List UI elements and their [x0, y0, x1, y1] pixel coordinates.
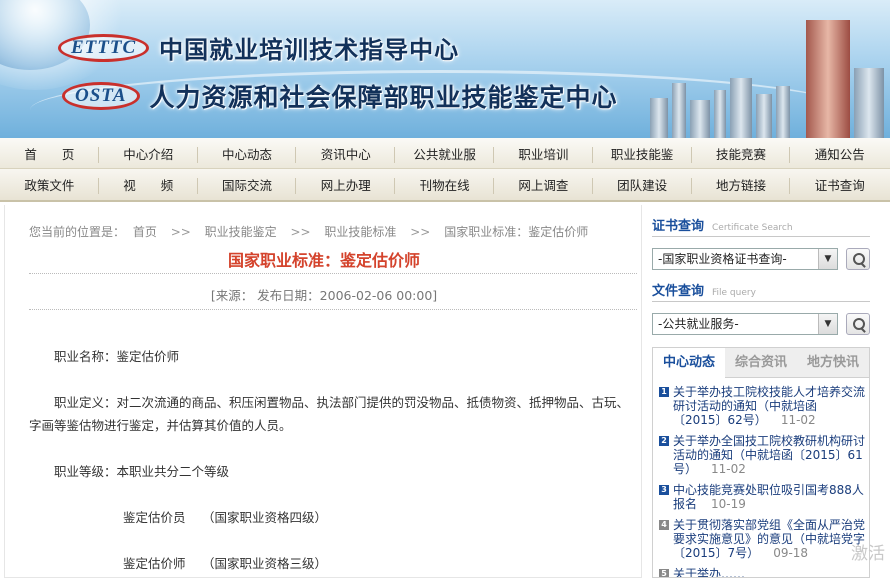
nav-row-2: 政策文件 视 频 国际交流 网上办理 刊物在线 网上调查 团队建设 地方链接 证…	[0, 169, 890, 200]
article-meta: [来源： 发布日期：2006-02-06 00:00]	[210, 288, 438, 303]
cert-query-select-value: -国家职业资格证书查询-	[658, 252, 787, 266]
cert-query-select[interactable]: -国家职业资格证书查询- ▼	[652, 248, 838, 270]
list-item[interactable]: 4 关于贯彻落实部党组《全面从严治党要求实施意见》的意见（中就培党字〔2015〕…	[659, 518, 865, 560]
article-paragraph: 职业定义：对二次流通的商品、积压闲置物品、执法部门提供的罚没物品、抵债物资、抵押…	[29, 395, 630, 433]
nav-team-building[interactable]: 团队建设	[593, 175, 692, 194]
nav-publications[interactable]: 刊物在线	[395, 175, 494, 194]
cert-query-subtitle: Certificate Search	[712, 223, 793, 233]
number-badge-icon: 4	[659, 520, 669, 530]
nav-notices[interactable]: 通知公告	[790, 144, 889, 163]
breadcrumb-separator: >>	[170, 225, 191, 239]
nav-center-news[interactable]: 中心动态	[198, 144, 297, 163]
list-item[interactable]: 5 关于举办……	[659, 567, 865, 577]
nav-local-links[interactable]: 地方链接	[692, 175, 791, 194]
tab-general-info[interactable]: 综合资讯	[725, 348, 797, 377]
nav-info-center[interactable]: 资讯中心	[296, 144, 395, 163]
file-query-header: 文件查询 File query	[652, 280, 870, 302]
chevron-down-icon[interactable]: ▼	[818, 249, 837, 269]
news-link[interactable]: 关于举办全国技工院校教研机构研讨活动的通知（中就培函〔2015〕61号）	[673, 434, 865, 476]
nav-public-employment[interactable]: 公共就业服	[395, 144, 494, 163]
file-query-select[interactable]: -公共就业服务- ▼	[652, 313, 838, 335]
article-level: 鉴定估价师 （国家职业资格三级）	[123, 556, 327, 571]
nav-video[interactable]: 视 频	[99, 175, 198, 194]
news-link[interactable]: 关于贯彻落实部党组《全面从严治党要求实施意见》的意见（中就培党字〔2015〕7号…	[673, 518, 865, 560]
tab-center-news[interactable]: 中心动态	[653, 348, 725, 378]
breadcrumb-separator: >>	[410, 225, 431, 239]
nav-skill-competition[interactable]: 技能竞赛	[692, 144, 791, 163]
article-level: 鉴定估价员 （国家职业资格四级）	[123, 510, 327, 525]
breadcrumb-skill-standard[interactable]: 职业技能标准	[324, 225, 396, 239]
ettc-logo-icon: ETTTC	[58, 33, 150, 62]
list-item[interactable]: 1 关于举办技工院校技能人才培养交流研讨活动的通知（中就培函〔2015〕62号）…	[659, 385, 865, 427]
nav-home[interactable]: 首 页	[0, 144, 99, 163]
breadcrumb-prefix: 您当前的位置是：	[29, 225, 126, 239]
file-query-title: 文件查询	[652, 284, 705, 299]
number-badge-icon: 3	[659, 485, 669, 495]
article-paragraph: 职业名称：鉴定估价师	[54, 349, 180, 364]
nav-international[interactable]: 国际交流	[198, 175, 297, 194]
cert-query-header: 证书查询 Certificate Search	[652, 215, 870, 237]
number-badge-icon: 5	[659, 569, 669, 577]
osta-title: 人力资源和社会保障部职业技能鉴定中心	[149, 83, 618, 112]
file-search-button[interactable]	[846, 313, 870, 335]
article-paragraph: 职业等级：本职业共分二个等级	[54, 464, 230, 479]
nav-cert-query[interactable]: 证书查询	[790, 175, 889, 194]
ettc-title: 中国就业培训技术指导中心	[159, 35, 460, 64]
chevron-down-icon[interactable]: ▼	[818, 314, 837, 334]
meta-divider	[29, 309, 637, 310]
osta-logo-icon: OSTA	[62, 82, 140, 110]
news-link[interactable]: 关于举办……	[673, 567, 745, 577]
file-query-subtitle: File query	[712, 288, 756, 298]
nav-online-service[interactable]: 网上办理	[296, 175, 395, 194]
news-date: 10-19	[711, 497, 746, 511]
article-panel: 您当前的位置是： 首页 >> 职业技能鉴定 >> 职业技能标准 >> 国家职业标…	[4, 205, 642, 578]
nav-vocational-training[interactable]: 职业培训	[494, 144, 593, 163]
news-link[interactable]: 关于举办技工院校技能人才培养交流研讨活动的通知（中就培函〔2015〕62号）	[673, 385, 865, 427]
number-badge-icon: 2	[659, 436, 669, 446]
site-banner: ETTTC 中国就业培训技术指导中心 OSTA 人力资源和社会保障部职业技能鉴定…	[0, 0, 890, 138]
article-title: 国家职业标准：鉴定估价师	[227, 251, 420, 270]
sidebar: 证书查询 Certificate Search -国家职业资格证书查询- ▼ 文…	[652, 205, 870, 578]
tab-local-news[interactable]: 地方快讯	[797, 348, 869, 377]
nav-about[interactable]: 中心介绍	[99, 144, 198, 163]
nav-row-1: 首 页 中心介绍 中心动态 资讯中心 公共就业服 职业培训 职业技能鉴 技能竞赛…	[0, 138, 890, 169]
article-body: 职业名称：鉴定估价师 职业定义：对二次流通的商品、积压闲置物品、执法部门提供的罚…	[29, 345, 637, 577]
activation-watermark: 激活	[851, 544, 885, 564]
list-item[interactable]: 3 中心技能竞赛处职位吸引国考888人报名 10-19	[659, 483, 865, 511]
ettc-logo-row[interactable]: ETTTC 中国就业培训技术指导中心	[58, 30, 459, 65]
news-list: 1 关于举办技工院校技能人才培养交流研讨活动的通知（中就培函〔2015〕62号）…	[653, 378, 869, 577]
news-tabs-panel: 中心动态 综合资讯 地方快讯 1 关于举办技工院校技能人才培养交流研讨活动的通知…	[652, 347, 870, 578]
nav-policy-docs[interactable]: 政策文件	[0, 175, 99, 194]
main-area: 您当前的位置是： 首页 >> 职业技能鉴定 >> 职业技能标准 >> 国家职业标…	[0, 205, 890, 578]
file-query-select-value: -公共就业服务-	[658, 317, 739, 331]
city-skyline-graphic	[630, 0, 890, 138]
news-date: 11-02	[711, 462, 746, 476]
breadcrumb-home[interactable]: 首页	[133, 225, 157, 239]
number-badge-icon: 1	[659, 387, 669, 397]
nav-online-survey[interactable]: 网上调查	[494, 175, 593, 194]
nav-skill-appraisal[interactable]: 职业技能鉴	[593, 144, 692, 163]
breadcrumb-skill-appraisal[interactable]: 职业技能鉴定	[205, 225, 277, 239]
cert-query-title: 证书查询	[652, 219, 705, 234]
news-link[interactable]: 中心技能竞赛处职位吸引国考888人报名	[673, 483, 864, 511]
list-item[interactable]: 2 关于举办全国技工院校教研机构研讨活动的通知（中就培函〔2015〕61号） 11…	[659, 434, 865, 476]
cert-search-button[interactable]	[846, 248, 870, 270]
breadcrumb: 您当前的位置是： 首页 >> 职业技能鉴定 >> 职业技能标准 >> 国家职业标…	[29, 223, 598, 240]
news-date: 11-02	[780, 413, 816, 427]
osta-logo-row[interactable]: OSTA 人力资源和社会保障部职业技能鉴定中心	[62, 78, 618, 114]
title-divider	[29, 273, 637, 274]
news-date: 09-18	[773, 546, 809, 560]
breadcrumb-separator: >>	[290, 225, 311, 239]
news-tabs: 中心动态 综合资讯 地方快讯	[653, 348, 869, 378]
breadcrumb-current[interactable]: 国家职业标准：鉴定估价师	[444, 225, 588, 239]
main-nav: 首 页 中心介绍 中心动态 资讯中心 公共就业服 职业培训 职业技能鉴 技能竞赛…	[0, 138, 890, 202]
